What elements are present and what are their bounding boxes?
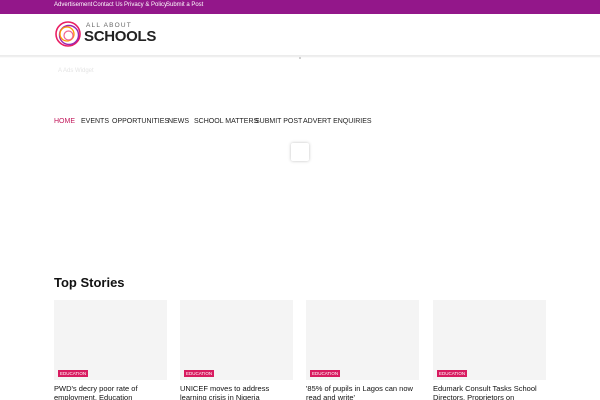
topbar-link-submit-post[interactable]: Submit a Post <box>166 2 203 8</box>
category-badge[interactable]: EDUCATION <box>310 370 341 377</box>
nav-item-submit-post[interactable]: SUBMIT POST <box>255 118 302 125</box>
story-headline[interactable]: PWD's decry poor rate of employment, Edu… <box>54 384 167 400</box>
topbar-link-privacy-policy[interactable]: Privacy & Policy <box>124 2 167 8</box>
story-thumbnail[interactable] <box>54 300 167 380</box>
nav-item-advert-enquiries[interactable]: ADVERT ENQUIRIES <box>303 118 372 125</box>
story-card[interactable]: EDUCATION PWD's decry poor rate of emplo… <box>54 300 167 400</box>
story-thumbnail[interactable] <box>306 300 419 380</box>
nav-item-opportunities[interactable]: OPPORTUNITIES <box>112 118 169 125</box>
nav-item-school-matters[interactable]: SCHOOL MATTERS <box>194 118 258 125</box>
nav-item-news[interactable]: NEWS <box>168 118 189 125</box>
story-card[interactable]: EDUCATION '85% of pupils in Lagos can no… <box>306 300 419 400</box>
category-badge[interactable]: EDUCATION <box>184 370 215 377</box>
story-card[interactable]: EDUCATION Edumark Consult Tasks School D… <box>433 300 546 400</box>
category-badge[interactable]: EDUCATION <box>58 370 89 377</box>
logo-rings-icon <box>55 21 81 47</box>
story-thumbnail[interactable] <box>180 300 293 380</box>
story-card[interactable]: EDUCATION UNICEF moves to address learni… <box>180 300 293 400</box>
header-marker <box>299 57 301 59</box>
topbar-link-advertisement[interactable]: Advertisement <box>54 2 92 8</box>
top-bar: Advertisement Contact Us Privacy & Polic… <box>0 0 600 14</box>
site-logo[interactable]: ALL ABOUT SCHOOLS <box>54 19 157 51</box>
top-stories-heading: Top Stories <box>54 275 125 290</box>
topbar-link-contact-us[interactable]: Contact Us <box>93 2 123 8</box>
loading-placeholder <box>291 143 309 161</box>
story-headline[interactable]: Edumark Consult Tasks School Directors, … <box>433 384 546 400</box>
faded-ad-label: A Ads Widget <box>58 68 94 74</box>
nav-item-events[interactable]: EVENTS <box>81 118 109 125</box>
site-header: ALL ABOUT SCHOOLS <box>0 14 600 56</box>
story-headline[interactable]: UNICEF moves to address learning crisis … <box>180 384 293 400</box>
nav-item-home[interactable]: HOME <box>54 118 75 125</box>
logo-text-schools: SCHOOLS <box>84 28 157 45</box>
story-headline[interactable]: '85% of pupils in Lagos can now read and… <box>306 384 419 400</box>
category-badge[interactable]: EDUCATION <box>437 370 468 377</box>
story-thumbnail[interactable] <box>433 300 546 380</box>
